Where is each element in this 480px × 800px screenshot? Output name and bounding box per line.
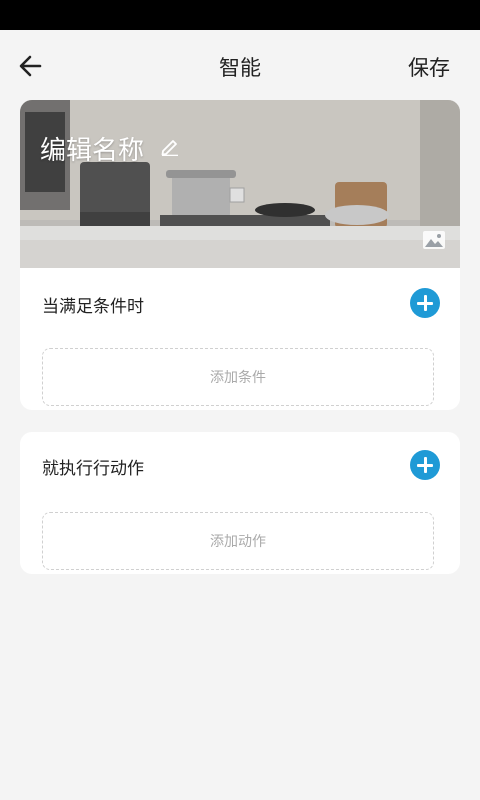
save-button[interactable]: 保存: [408, 52, 450, 82]
add-action-slot[interactable]: 添加动作: [42, 512, 434, 570]
status-bar: [0, 0, 480, 30]
scene-card: 编辑名称 当满足条件时 添加条件: [20, 100, 460, 410]
top-bar: 智能 保存: [0, 30, 480, 102]
condition-label: 当满足条件时: [42, 297, 144, 317]
scene-banner[interactable]: 编辑名称: [20, 100, 460, 268]
image-icon[interactable]: [422, 230, 446, 250]
action-label: 就执行行动作: [42, 459, 144, 479]
condition-header: 当满足条件时: [20, 272, 460, 332]
plus-circle-icon[interactable]: [410, 450, 440, 480]
action-header: 就执行行动作: [20, 434, 460, 494]
add-condition-slot[interactable]: 添加条件: [42, 348, 434, 406]
plus-circle-icon[interactable]: [410, 288, 440, 318]
kitchen-photo: [20, 100, 460, 268]
pencil-icon[interactable]: [160, 136, 180, 156]
scene-name[interactable]: 编辑名称: [40, 130, 144, 167]
action-card: 就执行行动作 添加动作: [20, 432, 460, 574]
